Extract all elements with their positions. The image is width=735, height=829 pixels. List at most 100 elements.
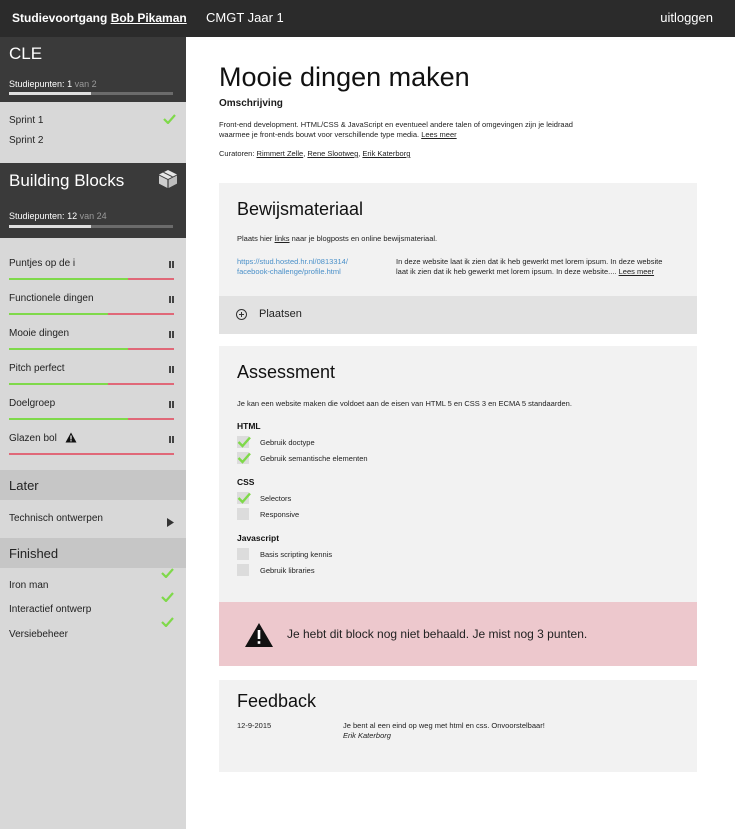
evidence-card: Bewijsmateriaal Plaats hier links naar j… — [219, 183, 697, 334]
sidebar-item-building-block[interactable]: Mooie dingen — [9, 328, 174, 350]
sidebar-item-sprint-2[interactable]: Sprint 2 — [9, 135, 43, 146]
sidebar-item-building-block[interactable]: Functionele dingen — [9, 293, 174, 315]
points-of: van 2 — [74, 79, 97, 89]
check-icon — [163, 114, 176, 124]
later-header: Later — [0, 470, 186, 500]
points-value: 1 — [67, 79, 73, 89]
sidebar-item-interactief-ontwerp[interactable]: Interactief ontwerp — [9, 604, 91, 615]
criterion-checkbox[interactable] — [237, 548, 249, 560]
pause-icon[interactable] — [169, 436, 174, 443]
pause-icon[interactable] — [169, 296, 174, 303]
warning-alert: Je hebt dit block nog niet behaald. Je m… — [219, 602, 697, 666]
feedback-author: Erik Katerborg — [343, 731, 391, 740]
pause-icon[interactable] — [169, 261, 174, 268]
curator-link[interactable]: Erik Katerborg — [362, 149, 410, 158]
assessment-intro: Je kan een website maken die voldoet aan… — [237, 399, 572, 408]
cle-points: Studiepunten: 1 van 2 — [9, 79, 97, 89]
progress-fill — [9, 313, 108, 315]
pause-icon[interactable] — [169, 366, 174, 373]
page-title: Mooie dingen maken — [219, 62, 470, 92]
sidebar: CLE Studiepunten: 1 van 2 Sprint 1 Sprin… — [0, 37, 186, 829]
progress-fill — [9, 348, 128, 350]
feedback-card: Feedback 12-9-2015 Je bent al een eind o… — [219, 680, 697, 772]
evidence-description: In deze website laat ik zien dat ik heb … — [396, 257, 676, 277]
criterion-label: Basis scripting kennis — [260, 550, 333, 559]
sidebar-item-building-block[interactable]: Puntjes op de i — [9, 258, 174, 280]
criterion-checkbox[interactable] — [237, 492, 251, 504]
page-subtitle: Omschrijving — [219, 98, 283, 109]
building-blocks-title: Building Blocks — [9, 171, 125, 190]
sidebar-item-label: Puntjes op de i — [9, 258, 76, 269]
criterion-checkbox[interactable] — [237, 452, 251, 464]
box-icon — [158, 169, 178, 194]
criterion-checkbox[interactable] — [237, 436, 251, 448]
plus-circle-icon — [236, 309, 247, 320]
criterion-checkbox[interactable] — [237, 564, 249, 576]
sidebar-item-technisch-ontwerpen[interactable]: Technisch ontwerpen — [9, 513, 103, 524]
progress-bar — [9, 313, 174, 315]
warning-icon — [244, 622, 274, 653]
progress-fill — [9, 278, 128, 280]
assessment-card: Assessment Je kan een website maken die … — [219, 346, 697, 602]
progress-bar — [9, 453, 174, 455]
logout-link[interactable]: uitloggen — [660, 10, 713, 25]
sidebar-item-iron-man[interactable]: Iron man — [9, 580, 48, 591]
check-icon — [161, 592, 174, 602]
user-name-link[interactable]: Bob Pikaman — [111, 11, 187, 25]
criteria-group-title: HTML — [237, 421, 261, 431]
progress-bar — [9, 348, 174, 350]
pause-icon[interactable] — [169, 331, 174, 338]
criterion-label: Responsive — [260, 510, 300, 519]
sidebar-item-building-block[interactable]: Glazen bol — [9, 432, 174, 455]
points-label: Studiepunten: — [9, 211, 65, 221]
criterion-label: Gebruik doctype — [260, 438, 315, 447]
sidebar-item-building-block[interactable]: Doelgroep — [9, 398, 174, 420]
evidence-title: Bewijsmateriaal — [237, 199, 364, 219]
building-blocks-points: Studiepunten: 12 van 24 — [9, 211, 107, 221]
progress-bar — [9, 383, 174, 385]
building-blocks-progress-fill — [9, 225, 91, 228]
evidence-url-link[interactable]: https://stud.hosted.hr.nl/0813314/ faceb… — [237, 257, 377, 277]
feedback-title: Feedback — [237, 691, 317, 711]
curators: Curatoren: Rimmert Zelle, Rene Slootweg,… — [219, 149, 411, 158]
evidence-intro-before: Plaats hier — [237, 234, 273, 243]
progress-bar — [9, 418, 174, 420]
cle-header[interactable]: CLE Studiepunten: 1 van 2 — [0, 37, 186, 102]
progress-fill — [9, 383, 108, 385]
place-label: Plaatsen — [259, 308, 302, 320]
cle-progress-bar — [9, 92, 173, 95]
evidence-read-more-link[interactable]: Lees meer — [619, 267, 654, 276]
alert-message: Je hebt dit block nog niet behaald. Je m… — [287, 627, 588, 641]
sidebar-item-versiebeheer[interactable]: Versiebeheer — [9, 629, 68, 640]
progress-fill — [9, 418, 128, 420]
sidebar-item-label: Functionele dingen — [9, 293, 94, 304]
sidebar-item-building-block[interactable]: Pitch perfect — [9, 363, 174, 385]
place-button[interactable]: Plaatsen — [219, 296, 697, 334]
evidence-intro-link[interactable]: links — [275, 234, 290, 243]
curator-link[interactable]: Rene Slootweg — [307, 149, 358, 158]
warning-icon — [65, 432, 77, 443]
play-icon[interactable] — [167, 514, 174, 532]
page-description: Front-end development. HTML/CSS & JavaSc… — [219, 120, 579, 140]
points-label: Studiepunten: — [9, 79, 65, 89]
sidebar-item-sprint-1[interactable]: Sprint 1 — [9, 115, 43, 126]
later-title: Later — [9, 478, 39, 493]
curator-link[interactable]: Rimmert Zelle — [257, 149, 304, 158]
criterion-label: Gebruik semantische elementen — [260, 454, 368, 463]
criterion-checkbox[interactable] — [237, 508, 249, 520]
feedback-text: Je bent al een eind op weg met html en c… — [343, 721, 545, 730]
building-blocks-header[interactable]: Building Blocks Studiepunten: 12 van 24 — [0, 163, 186, 238]
feedback-date: 12-9-2015 — [237, 721, 272, 730]
criterion-label: Selectors — [260, 494, 292, 503]
sidebar-item-label: Glazen bol — [9, 433, 57, 444]
pause-icon[interactable] — [169, 401, 174, 408]
cle-progress-fill — [9, 92, 91, 95]
main-content: Mooie dingen maken Omschrijving Front-en… — [186, 37, 735, 829]
check-icon — [237, 436, 251, 448]
sidebar-item-label: Pitch perfect — [9, 363, 65, 374]
check-icon — [161, 617, 174, 627]
sidebar-item-label: Doelgroep — [9, 398, 56, 409]
finished-title: Finished — [9, 546, 59, 561]
check-icon — [161, 568, 174, 578]
read-more-link[interactable]: Lees meer — [421, 130, 456, 139]
